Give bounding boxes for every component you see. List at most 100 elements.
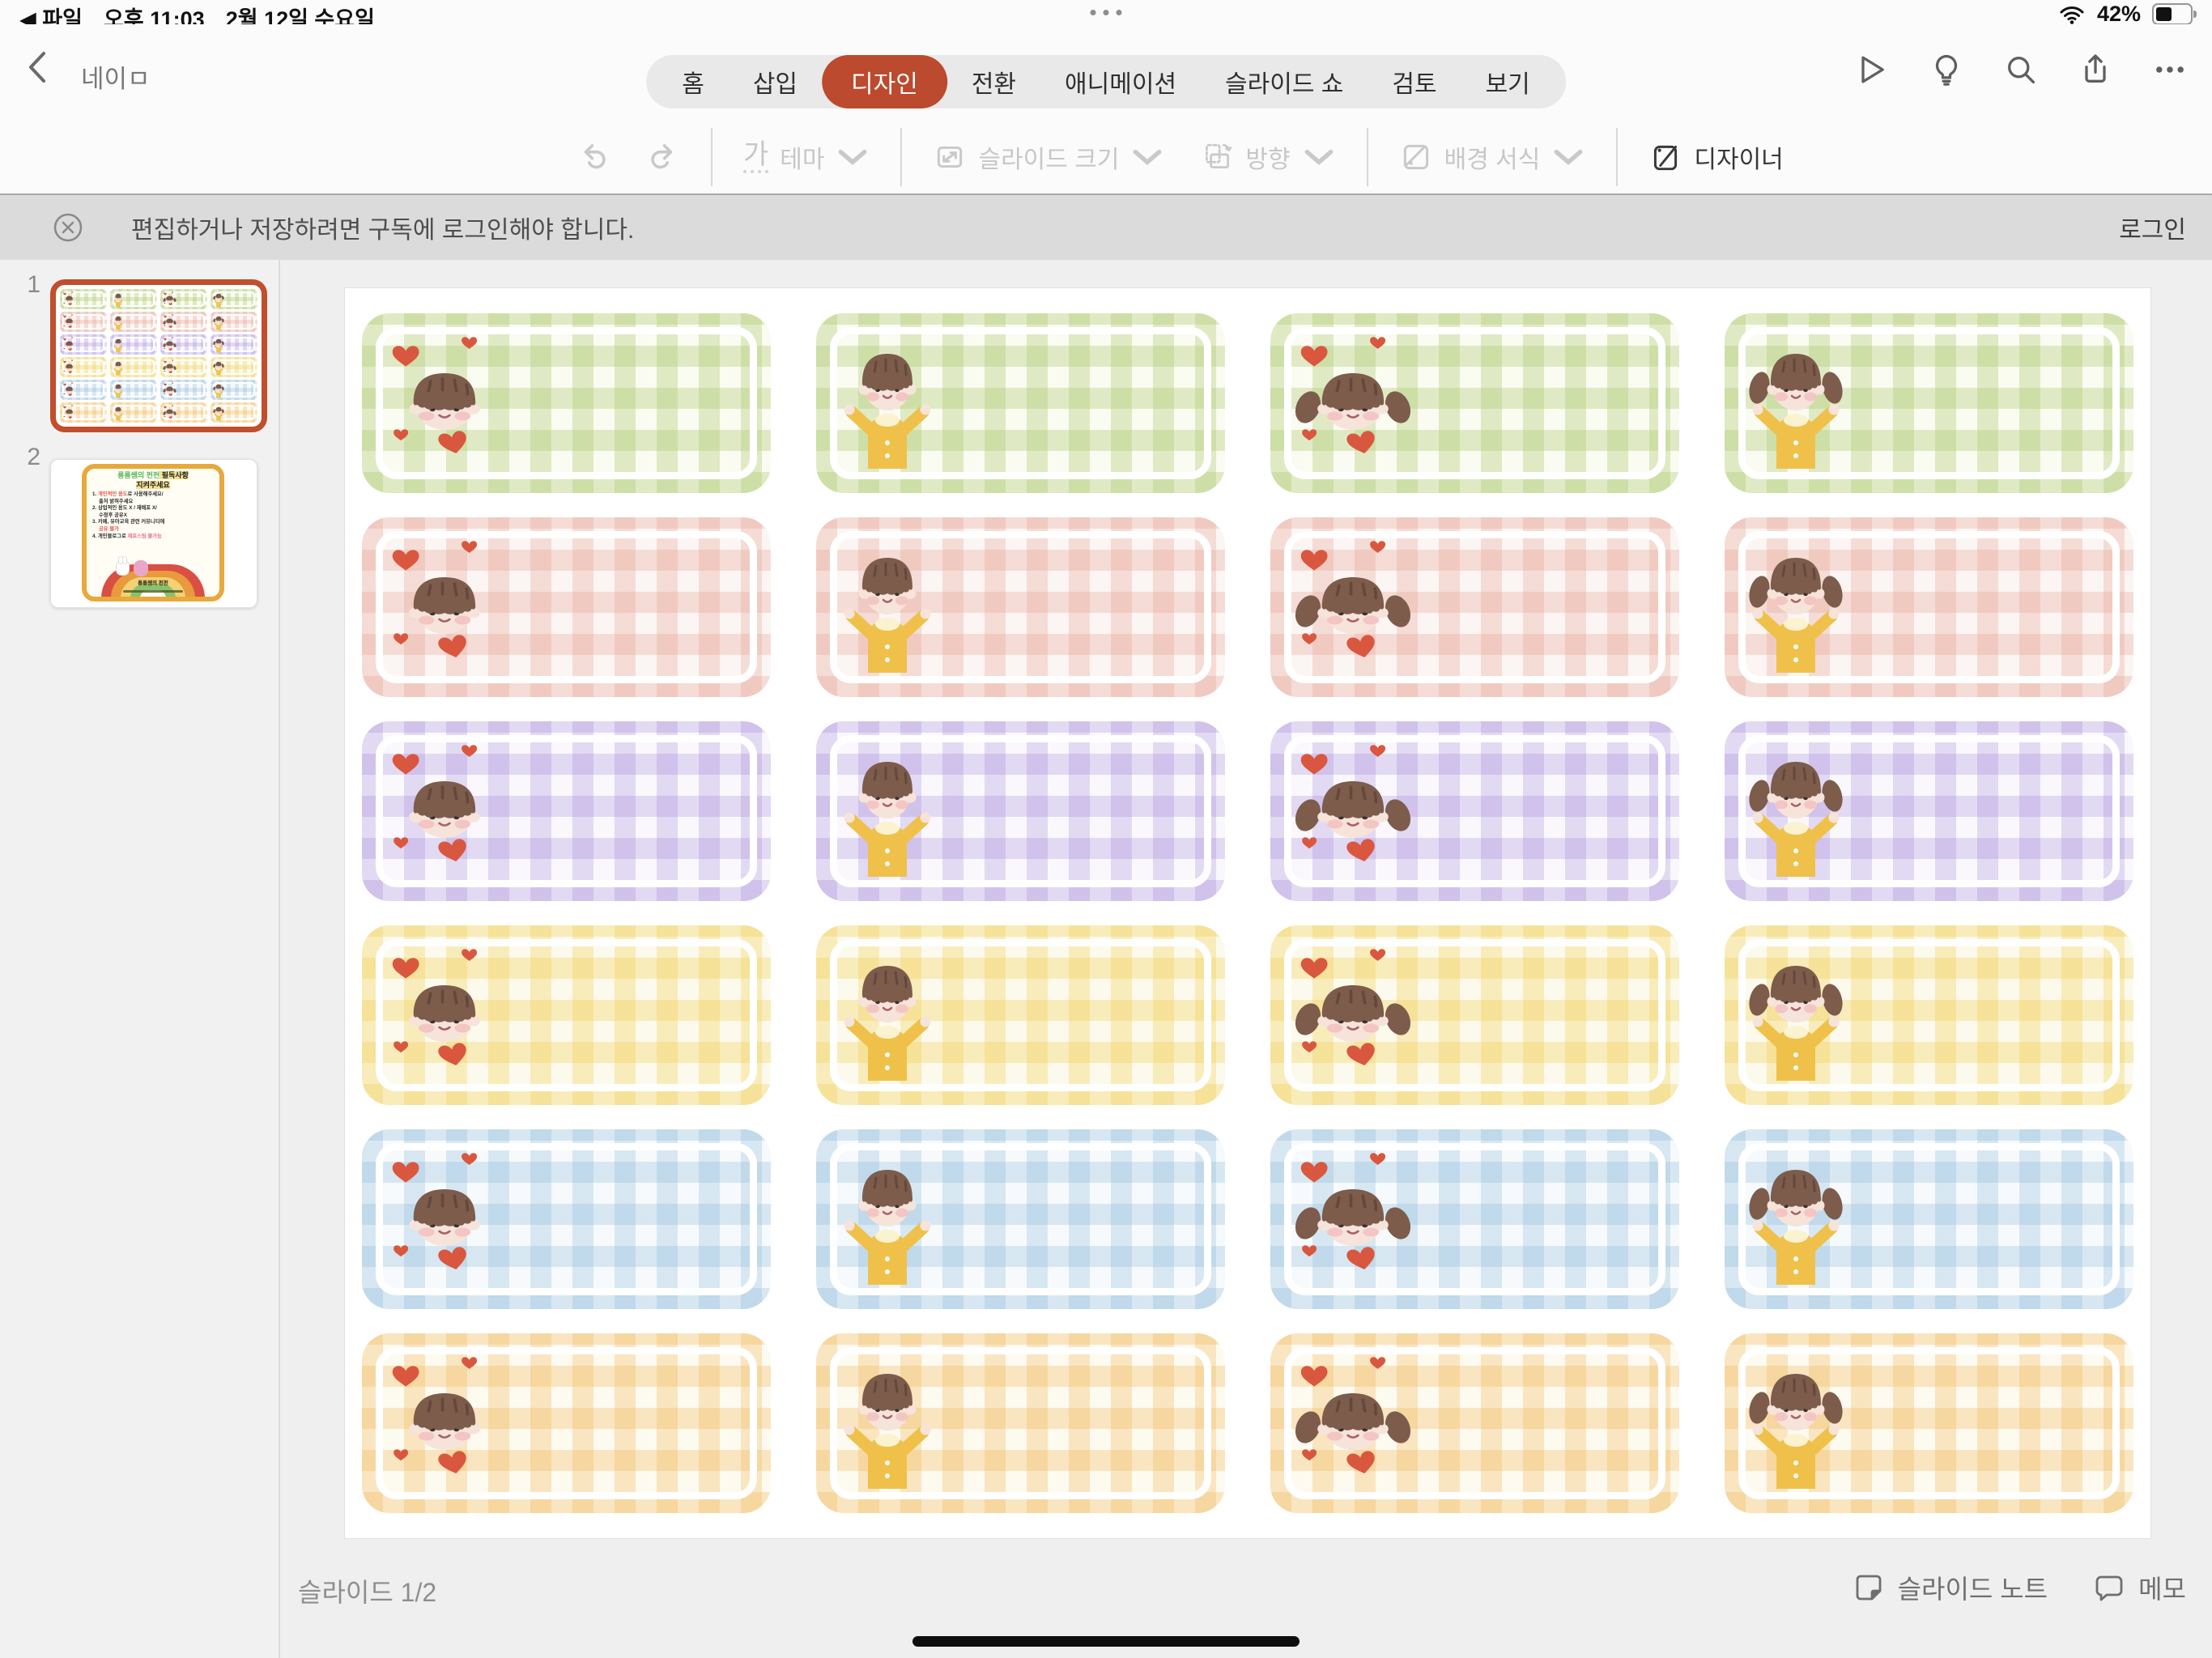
slide-2-notice-card: 룡룡쌤의 펀펀 필독사항 지켜주세요 1. 개인적인 용도로 사용해주세요/출처…: [82, 464, 224, 602]
close-circle-icon[interactable]: [50, 210, 86, 245]
name-tag-yellow-girl-shirt[interactable]: [1725, 925, 2133, 1105]
ribbon-tab-bar: 홈 삽입 디자인 전환 애니메이션 슬라이드 쇼 검토 보기: [646, 55, 1566, 108]
home-indicator[interactable]: [912, 1636, 1300, 1647]
slide-1-thumbnail-grid: [60, 289, 257, 423]
slide-2-footer-label: 룡룡쌤의 펀펀: [87, 578, 219, 586]
slide-number: 2: [0, 444, 50, 471]
search-icon[interactable]: [2003, 52, 2039, 87]
name-tag-purple-girl-hearts[interactable]: [1270, 721, 1679, 901]
design-toolbar: 가 테마 슬라이드 크기: [0, 121, 2212, 193]
dino-character: [134, 560, 148, 576]
mini-name-tag-green-boy-hearts: [60, 289, 107, 309]
name-tag-pink-girl-shirt[interactable]: [1725, 517, 2133, 697]
background-format-button[interactable]: 배경 서식: [1381, 139, 1604, 175]
slide-size-icon: [933, 140, 967, 174]
slide-2-thumbnail[interactable]: 룡룡쌤의 펀펀 필독사항 지켜주세요 1. 개인적인 용도로 사용해주세요/출처…: [50, 459, 257, 608]
ideas-icon[interactable]: [1929, 52, 1964, 87]
chevron-down-icon: [836, 140, 870, 174]
bunny-character: [116, 560, 130, 576]
banner-message: 편집하거나 저장하려면 구독에 로그인해야 합니다.: [131, 210, 634, 245]
tab-slideshow[interactable]: 슬라이드 쇼: [1201, 55, 1368, 108]
name-tag-blue-boy-shirt[interactable]: [816, 1129, 1225, 1309]
login-link[interactable]: 로그인: [2119, 210, 2186, 245]
wifi-icon: [2058, 3, 2086, 26]
background-label: 배경 서식: [1444, 139, 1541, 175]
slide-2-title-line2: 지켜주세요: [87, 481, 219, 491]
tab-view[interactable]: 보기: [1461, 55, 1555, 108]
tab-insert[interactable]: 삽입: [729, 55, 822, 108]
battery-icon: [2152, 3, 2193, 25]
slide-canvas[interactable]: [344, 287, 2151, 1539]
name-tag-pink-boy-shirt[interactable]: [816, 517, 1225, 697]
tab-home[interactable]: 홈: [657, 55, 729, 108]
mini-name-tag-blue-boy-shirt: [110, 380, 157, 400]
chevron-down-icon: [1130, 140, 1164, 174]
designer-icon: [1648, 140, 1682, 174]
name-tag-purple-girl-shirt[interactable]: [1725, 721, 2133, 901]
slide-thumbnail-panel: 1 2 룡룡쌤의 펀펀 필독사항 지켜주세요 1. 개인적인 용도로 사용해주세…: [0, 260, 280, 1658]
mini-name-tag-pink-boy-hearts: [60, 312, 107, 332]
mini-name-tag-blue-boy-hearts: [60, 380, 107, 400]
mini-name-tag-orange-boy-shirt: [110, 402, 157, 423]
mini-name-tag-purple-girl-shirt: [211, 334, 257, 355]
orientation-icon: [1200, 140, 1234, 174]
mini-name-tag-pink-boy-shirt: [110, 312, 157, 332]
designer-button[interactable]: 디자이너: [1631, 139, 1801, 175]
name-tag-pink-girl-hearts[interactable]: [1270, 517, 1679, 697]
background-icon: [1399, 140, 1433, 174]
slide-size-button[interactable]: 슬라이드 크기: [915, 139, 1182, 175]
name-tag-purple-boy-shirt[interactable]: [816, 721, 1225, 901]
undo-button[interactable]: [559, 140, 628, 174]
slide-2-url-line: [123, 590, 183, 593]
mini-name-tag-green-girl-shirt: [211, 289, 257, 309]
chevron-down-icon: [1302, 140, 1336, 174]
slide-size-label: 슬라이드 크기: [978, 139, 1119, 175]
mini-name-tag-green-girl-hearts: [160, 289, 207, 309]
name-tag-orange-boy-hearts[interactable]: [362, 1333, 771, 1513]
name-tag-orange-girl-hearts[interactable]: [1270, 1333, 1679, 1513]
name-tag-green-girl-shirt[interactable]: [1725, 313, 2133, 493]
name-tag-pink-boy-hearts[interactable]: [362, 517, 771, 697]
mini-name-tag-yellow-boy-hearts: [60, 357, 107, 377]
mini-name-tag-pink-girl-hearts: [160, 312, 207, 332]
name-tag-green-boy-hearts[interactable]: [362, 313, 771, 493]
title-bar: 네이ㅁ 홈 삽입 디자인 전환 애니메이션 슬라이드 쇼 검토 보기: [0, 24, 2212, 110]
tab-design[interactable]: 디자인: [822, 55, 947, 108]
name-tag-green-girl-hearts[interactable]: [1270, 313, 1679, 493]
play-icon[interactable]: [1854, 52, 1890, 87]
orientation-label: 방향: [1245, 139, 1290, 175]
slide-number: 1: [0, 271, 50, 299]
tab-transitions[interactable]: 전환: [947, 55, 1040, 108]
name-tag-yellow-girl-hearts[interactable]: [1270, 925, 1679, 1105]
tab-animations[interactable]: 애니메이션: [1040, 55, 1201, 108]
workspace: 1 2 룡룡쌤의 펀펀 필독사항 지켜주세요 1. 개인적인 용도로 사용해주세…: [0, 260, 2212, 1658]
mini-name-tag-orange-girl-hearts: [160, 402, 207, 423]
share-icon[interactable]: [2078, 52, 2113, 87]
name-tag-green-boy-shirt[interactable]: [816, 313, 1225, 493]
slide-1-thumbnail[interactable]: [50, 279, 267, 432]
theme-label: 테마: [780, 139, 824, 175]
app-screen: ◀ 파일 오후 11:03 2월 12일 수요일 42% 네이ㅁ 홈 삽입 디자…: [0, 0, 2212, 1658]
tag-grid: [345, 288, 2150, 1538]
more-icon[interactable]: [2152, 52, 2188, 87]
redo-button[interactable]: [628, 140, 698, 174]
memo-button[interactable]: 메모: [2093, 1569, 2186, 1606]
theme-button[interactable]: 가 테마: [725, 139, 887, 175]
slide-notes-button[interactable]: 슬라이드 노트: [1853, 1569, 2048, 1606]
name-tag-blue-boy-hearts[interactable]: [362, 1129, 771, 1309]
name-tag-blue-girl-hearts[interactable]: [1270, 1129, 1679, 1309]
orientation-button[interactable]: 방향: [1182, 139, 1353, 175]
slide-notes-label: 슬라이드 노트: [1898, 1569, 2048, 1606]
name-tag-yellow-boy-hearts[interactable]: [362, 925, 771, 1105]
name-tag-purple-boy-hearts[interactable]: [362, 721, 771, 901]
name-tag-yellow-boy-shirt[interactable]: [816, 925, 1225, 1105]
back-chevron-icon[interactable]: [21, 47, 57, 87]
slide-counter: 슬라이드 1/2: [298, 1572, 436, 1609]
name-tag-orange-boy-shirt[interactable]: [816, 1333, 1225, 1513]
name-tag-blue-girl-shirt[interactable]: [1725, 1129, 2133, 1309]
mini-name-tag-yellow-girl-shirt: [211, 357, 257, 377]
slide-2-rules-list: 1. 개인적인 용도로 사용해주세요/출처 밝혀주세요2. 상업적인 용도 X …: [87, 491, 219, 540]
name-tag-orange-girl-shirt[interactable]: [1725, 1333, 2133, 1513]
mini-name-tag-green-boy-shirt: [110, 289, 157, 309]
tab-review[interactable]: 검토: [1368, 55, 1461, 108]
